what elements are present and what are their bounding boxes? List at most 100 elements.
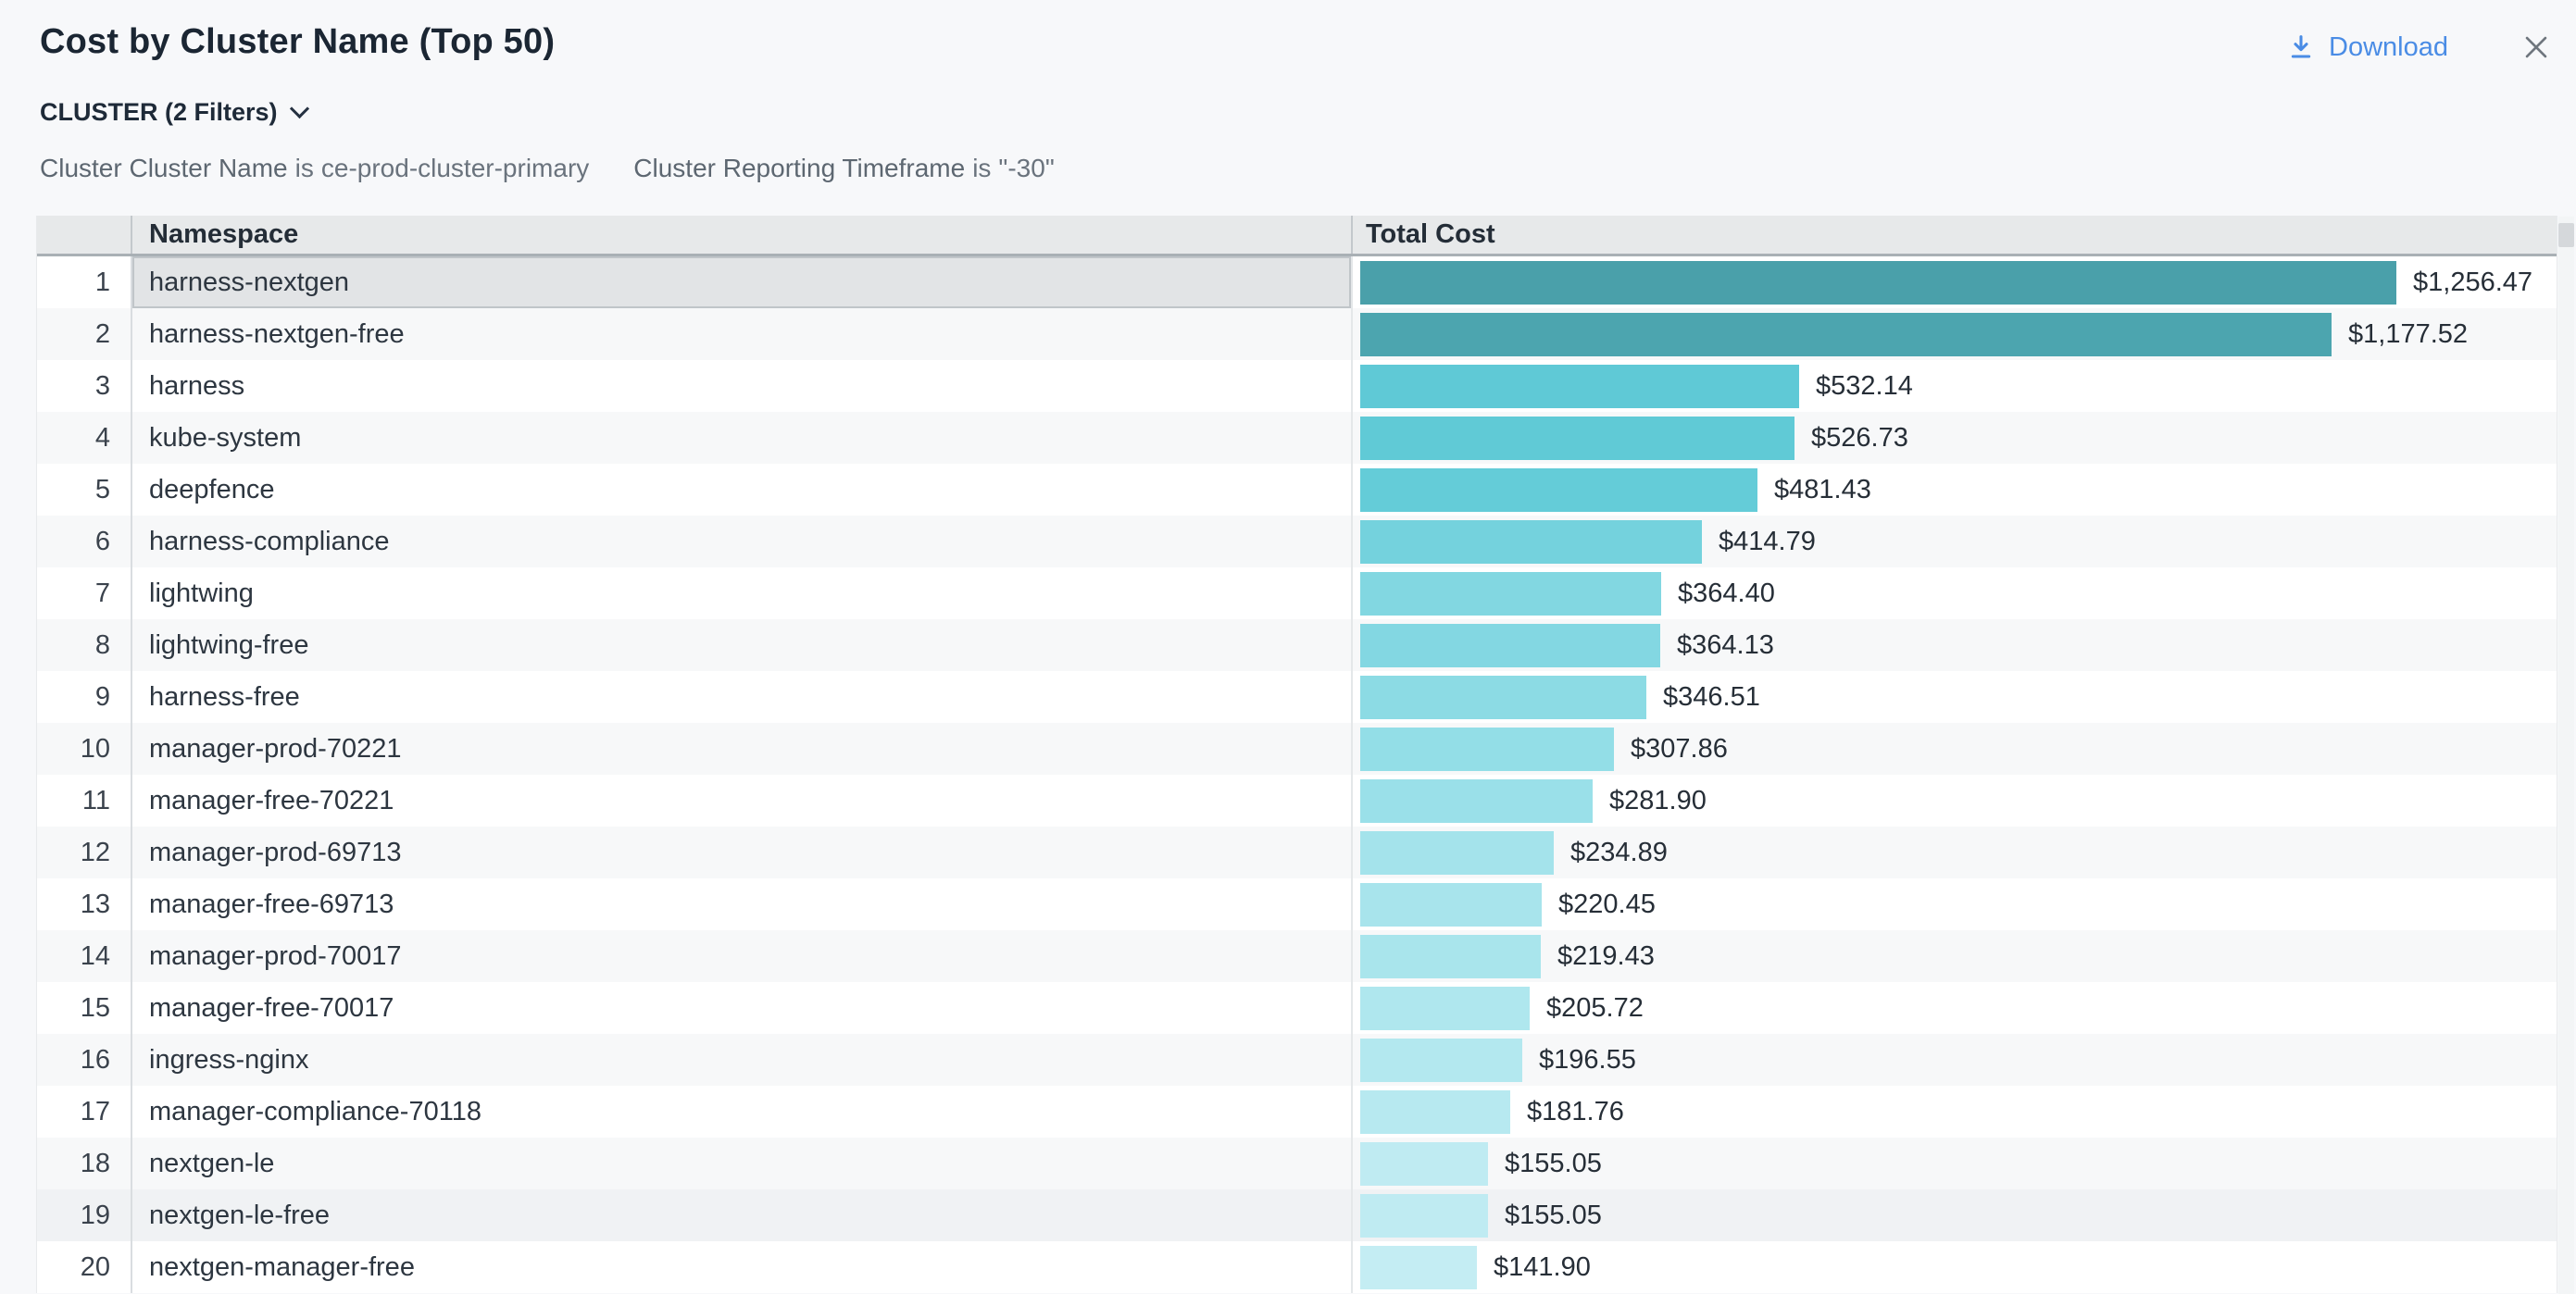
row-total-cost-cell: $414.79: [1351, 516, 2557, 567]
row-total-cost-cell: $281.90: [1351, 775, 2557, 827]
table-row[interactable]: 9 harness-free $346.51: [37, 671, 2557, 723]
row-rank: 12: [37, 827, 131, 878]
filter-group-label: CLUSTER (2 Filters): [40, 98, 278, 127]
header-actions: Download: [2286, 31, 2552, 63]
row-namespace[interactable]: manager-free-70221: [131, 775, 1351, 827]
table-row[interactable]: 1 harness-nextgen $1,256.47: [37, 256, 2557, 308]
applied-filter-cluster-name[interactable]: Cluster Cluster Name is ce-prod-cluster-…: [40, 154, 589, 183]
scrollbar-track[interactable]: [2558, 217, 2574, 1294]
table-row[interactable]: 14 manager-prod-70017 $219.43: [37, 930, 2557, 982]
table-row[interactable]: 7 lightwing $364.40: [37, 567, 2557, 619]
row-namespace[interactable]: nextgen-le: [131, 1138, 1351, 1189]
table-row[interactable]: 13 manager-free-69713 $220.45: [37, 878, 2557, 930]
row-namespace[interactable]: harness-compliance: [131, 516, 1351, 567]
table-row[interactable]: 3 harness $532.14: [37, 360, 2557, 412]
row-namespace[interactable]: manager-prod-69713: [131, 827, 1351, 878]
row-namespace[interactable]: ingress-nginx: [131, 1034, 1351, 1086]
table-row[interactable]: 4 kube-system $526.73: [37, 412, 2557, 464]
row-rank: 2: [37, 308, 131, 360]
row-namespace[interactable]: harness-nextgen-free: [131, 308, 1351, 360]
row-rank: 15: [37, 982, 131, 1034]
cost-value-label: $1,177.52: [2348, 319, 2468, 350]
row-namespace[interactable]: nextgen-le-free: [131, 1189, 1351, 1241]
row-namespace[interactable]: manager-free-69713: [131, 878, 1351, 930]
row-total-cost-cell: $205.72: [1351, 982, 2557, 1034]
table-row[interactable]: 10 manager-prod-70221 $307.86: [37, 723, 2557, 775]
row-namespace[interactable]: manager-prod-70221: [131, 723, 1351, 775]
table-row[interactable]: 20 nextgen-manager-free $141.90: [37, 1241, 2557, 1293]
row-rank: 1: [37, 256, 131, 308]
table-row[interactable]: 18 nextgen-le $155.05: [37, 1138, 2557, 1189]
cost-value-label: $346.51: [1663, 682, 1760, 713]
table-row[interactable]: 2 harness-nextgen-free $1,177.52: [37, 308, 2557, 360]
cost-value-label: $1,256.47: [2413, 268, 2532, 298]
table-row[interactable]: 6 harness-compliance $414.79: [37, 516, 2557, 567]
cost-bar: [1360, 1090, 1510, 1134]
column-header-namespace[interactable]: Namespace: [131, 216, 1351, 254]
row-namespace[interactable]: deepfence: [131, 464, 1351, 516]
cost-value-label: $414.79: [1719, 527, 1816, 557]
row-namespace[interactable]: lightwing: [131, 567, 1351, 619]
row-namespace[interactable]: manager-prod-70017: [131, 930, 1351, 982]
cost-bar: [1360, 883, 1542, 927]
row-rank: 11: [37, 775, 131, 827]
download-label: Download: [2329, 32, 2448, 63]
row-rank: 7: [37, 567, 131, 619]
row-total-cost-cell: $141.90: [1351, 1241, 2557, 1293]
cost-value-label: $155.05: [1505, 1149, 1602, 1179]
cost-value-label: $481.43: [1774, 475, 1871, 505]
scrollbar-thumb[interactable]: [2558, 223, 2574, 247]
close-button[interactable]: [2520, 31, 2552, 63]
cost-bar: [1360, 572, 1661, 616]
row-rank: 8: [37, 619, 131, 671]
cost-bar: [1360, 365, 1799, 408]
filter-field-name: Cluster Reporting Timeframe: [633, 154, 965, 183]
column-header-total-cost[interactable]: Total Cost: [1351, 216, 2557, 254]
row-namespace[interactable]: manager-free-70017: [131, 982, 1351, 1034]
cost-table: Namespace Total Cost 1 harness-nextgen $…: [36, 216, 2557, 1293]
table-row[interactable]: 15 manager-free-70017 $205.72: [37, 982, 2557, 1034]
row-rank: 3: [37, 360, 131, 412]
table-row[interactable]: 12 manager-prod-69713 $234.89: [37, 827, 2557, 878]
row-namespace[interactable]: manager-compliance-70118: [131, 1086, 1351, 1138]
cost-value-label: $532.14: [1816, 371, 1913, 402]
row-rank: 17: [37, 1086, 131, 1138]
row-total-cost-cell: $364.40: [1351, 567, 2557, 619]
column-header-rank: [37, 216, 131, 254]
chevron-down-icon: [289, 99, 308, 118]
cost-bar: [1360, 468, 1757, 512]
row-total-cost-cell: $346.51: [1351, 671, 2557, 723]
row-namespace[interactable]: nextgen-manager-free: [131, 1241, 1351, 1293]
cost-value-label: $181.76: [1527, 1097, 1624, 1127]
filter-operator: is: [295, 154, 314, 183]
row-rank: 18: [37, 1138, 131, 1189]
cost-bar: [1360, 313, 2332, 356]
row-total-cost-cell: $307.86: [1351, 723, 2557, 775]
row-namespace[interactable]: harness-free: [131, 671, 1351, 723]
cost-value-label: $219.43: [1557, 941, 1655, 972]
row-total-cost-cell: $219.43: [1351, 930, 2557, 982]
filter-operator: is: [972, 154, 991, 183]
cost-bar: [1360, 935, 1541, 978]
table-row[interactable]: 8 lightwing-free $364.13: [37, 619, 2557, 671]
row-total-cost-cell: $234.89: [1351, 827, 2557, 878]
cost-bar: [1360, 1039, 1522, 1082]
table-row[interactable]: 19 nextgen-le-free $155.05: [37, 1189, 2557, 1241]
filter-group-toggle[interactable]: CLUSTER (2 Filters): [40, 98, 306, 127]
table-header-row: Namespace Total Cost: [37, 216, 2557, 256]
table-row[interactable]: 16 ingress-nginx $196.55: [37, 1034, 2557, 1086]
filter-value: "-30": [998, 154, 1054, 183]
applied-filter-reporting-timeframe[interactable]: Cluster Reporting Timeframe is "-30": [633, 154, 1055, 183]
row-namespace[interactable]: lightwing-free: [131, 619, 1351, 671]
table-row[interactable]: 17 manager-compliance-70118 $181.76: [37, 1086, 2557, 1138]
cost-value-label: $307.86: [1631, 734, 1728, 765]
row-namespace[interactable]: harness-nextgen: [131, 256, 1351, 308]
table-row[interactable]: 5 deepfence $481.43: [37, 464, 2557, 516]
row-namespace[interactable]: kube-system: [131, 412, 1351, 464]
cost-value-label: $205.72: [1546, 993, 1644, 1024]
page-title: Cost by Cluster Name (Top 50): [40, 22, 555, 62]
row-rank: 5: [37, 464, 131, 516]
download-button[interactable]: Download: [2286, 32, 2448, 63]
row-namespace[interactable]: harness: [131, 360, 1351, 412]
table-row[interactable]: 11 manager-free-70221 $281.90: [37, 775, 2557, 827]
